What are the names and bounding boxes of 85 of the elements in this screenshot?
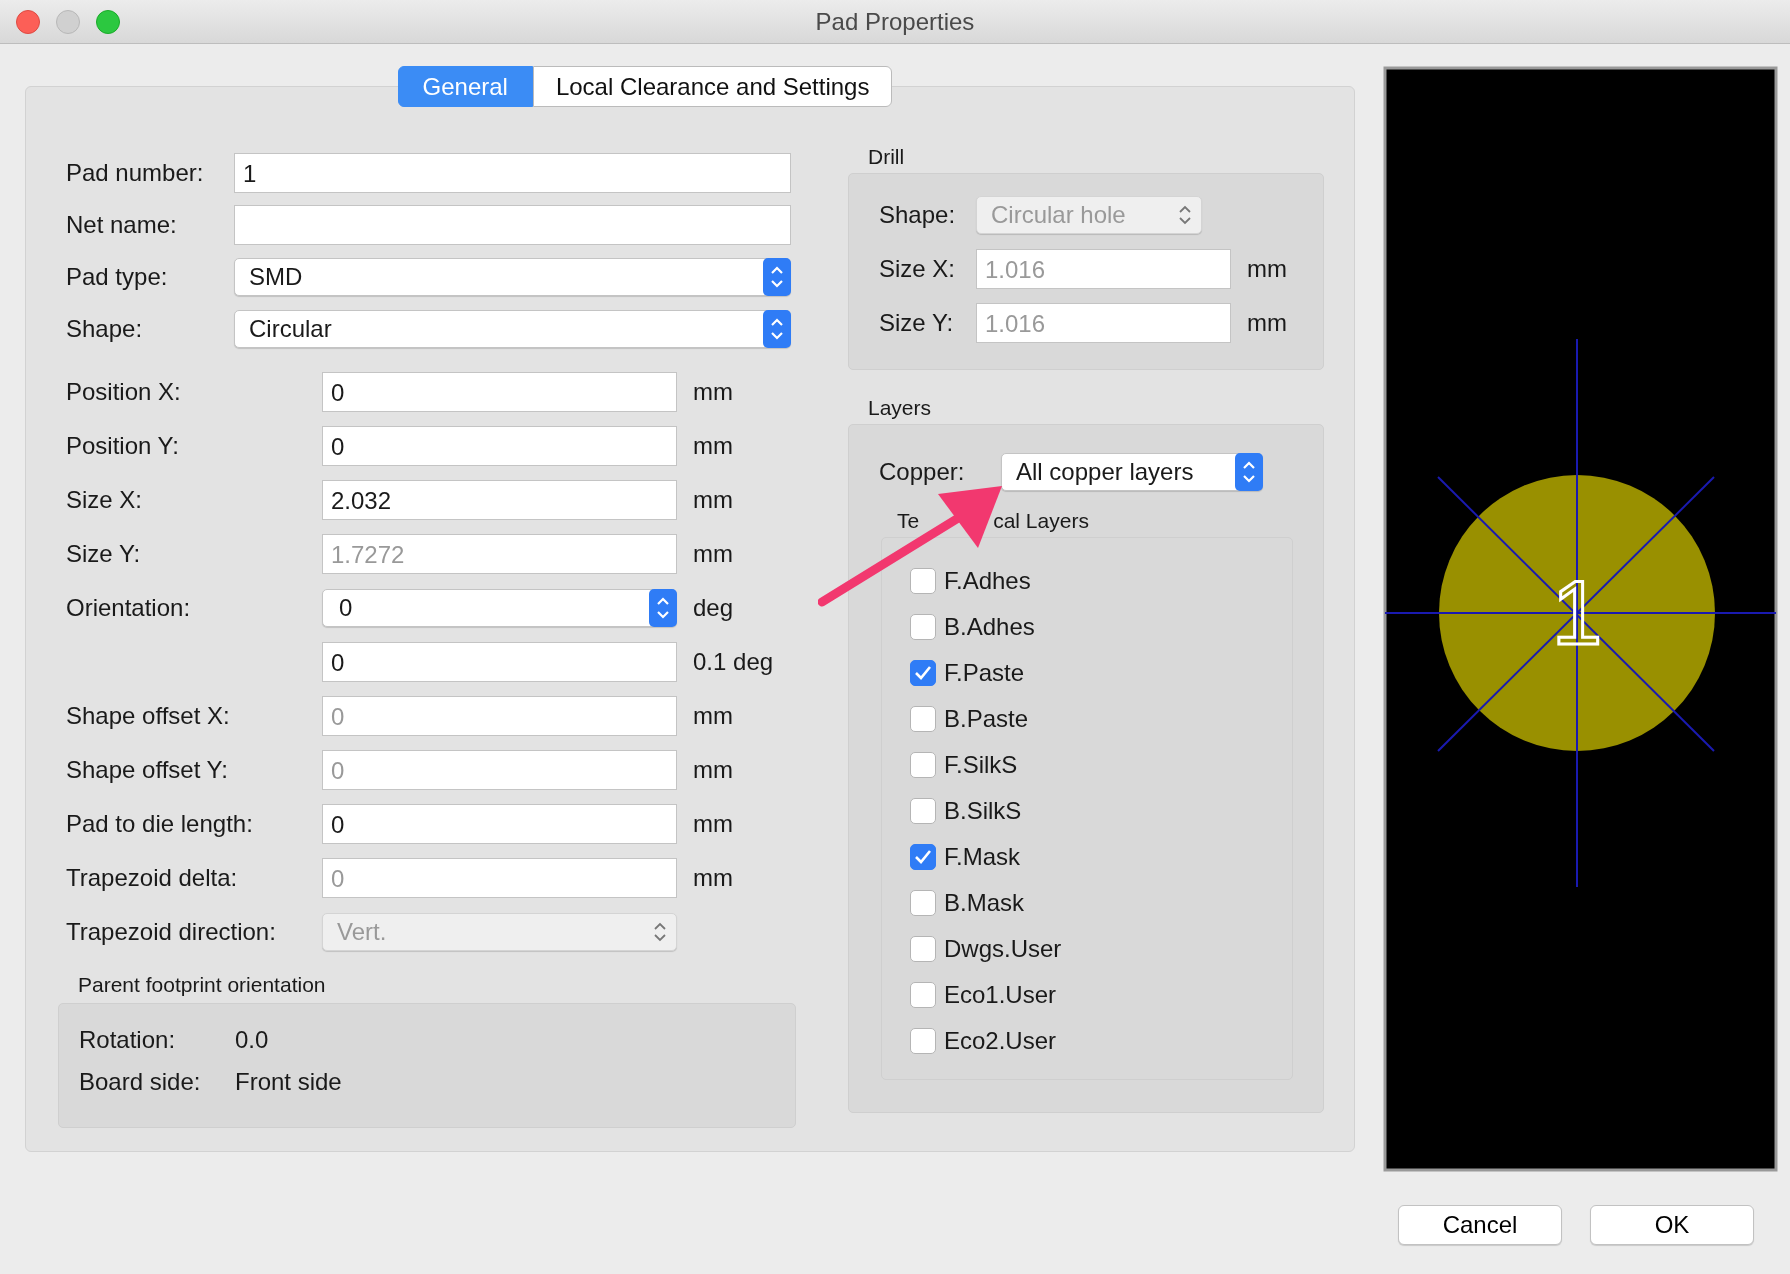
checkbox[interactable] [910,706,936,732]
checkbox-label: B.SilkS [944,797,1022,825]
checkbox-label: F.SilkS [944,751,1018,779]
stepper-icon [763,310,791,348]
unit-label: mm [693,432,733,460]
field-label: Pad number: [65,159,205,187]
field-label: Shape: [65,315,144,343]
stepper-icon [1235,453,1263,491]
chevron-icon [1179,204,1191,226]
field-label: Net name: [65,211,178,239]
field-label: Shape offset Y: [65,756,229,784]
dropdown[interactable]: All copper layers [1001,453,1263,491]
unit-label: mm [1247,309,1287,337]
field-label: Shape offset X: [65,702,231,730]
checkbox[interactable] [910,660,936,686]
checkbox[interactable] [910,752,936,778]
checkbox[interactable] [910,568,936,594]
field-label: Position X: [65,378,182,406]
group-title: Layers [868,396,933,420]
info-label: Board side: [79,1068,202,1096]
checkbox[interactable] [910,844,936,870]
field-label: Pad type: [65,263,169,291]
input-field[interactable]: 0 [322,642,677,682]
info-value: 0.0 [235,1026,269,1054]
dropdown[interactable]: Circular [234,310,791,348]
checkbox-label: Eco1.User [944,981,1057,1009]
dropdown[interactable]: SMD [234,258,791,296]
unit-label: mm [693,378,733,406]
unit-label: mm [693,702,733,730]
info-value: Front side [235,1068,342,1096]
minimize-button[interactable] [56,10,80,34]
input-field[interactable]: 0 [322,372,677,412]
checkbox-label: F.Paste [944,659,1025,687]
checkbox-label: B.Mask [944,889,1024,917]
unit-label: mm [693,756,733,784]
dialog-button[interactable]: OK [1590,1205,1754,1245]
dialog-button[interactable]: Cancel [1398,1205,1562,1245]
unit-label: mm [1247,255,1287,283]
field-label: Trapezoid direction: [65,918,277,946]
input-field[interactable]: 2.032 [322,480,677,520]
unit-label: deg [693,594,734,622]
field-label: Trapezoid delta: [65,864,239,892]
info-label: Rotation: [79,1026,177,1054]
checkbox[interactable] [910,1028,936,1054]
unit-label: mm [693,810,733,838]
input-field[interactable] [234,205,791,245]
field-label: Size Y: [65,540,142,568]
field-label: Position Y: [65,432,180,460]
checkbox[interactable] [910,614,936,640]
checkbox[interactable] [910,890,936,916]
input-field[interactable]: 1 [234,153,791,193]
stepper-icon [649,589,677,627]
dropdown[interactable]: 0 [322,589,677,627]
checkbox-label: Dwgs.User [944,935,1062,963]
unit-label: 0.1 deg [693,648,774,676]
checkbox-label: B.Adhes [944,613,1035,641]
group-title: cal Layers [993,509,1089,533]
field-label: Size X: [879,255,957,283]
field-label: Size Y: [879,309,955,337]
unit-label: mm [693,540,733,568]
chevron-icon [654,921,666,943]
group-title: Drill [868,145,906,169]
checkbox-label: Eco2.User [944,1027,1057,1055]
field-label: Pad to die length: [65,810,254,838]
checkbox-label: B.Paste [944,705,1029,733]
input-field[interactable]: 0 [322,804,677,844]
checkbox-label: F.Mask [944,843,1020,871]
field-label: Shape: [879,201,957,229]
tab[interactable]: Local Clearance and Settings [532,66,893,107]
input-field[interactable]: 0 [322,426,677,466]
checkbox[interactable] [910,982,936,1008]
field-label: Orientation: [65,594,192,622]
stepper-icon [763,258,791,296]
group-title: Te [897,509,920,533]
field-label: Size X: [65,486,144,514]
checkbox-label: F.Adhes [944,567,1031,595]
group-title: Parent footprint orientation [78,973,327,997]
window-title: Pad Properties [815,7,975,36]
checkbox[interactable] [910,798,936,824]
zoom-button[interactable] [96,10,120,34]
field-label: Copper: [879,458,966,486]
unit-label: mm [693,486,733,514]
close-button[interactable] [16,10,40,34]
checkbox[interactable] [910,936,936,962]
unit-label: mm [693,864,733,892]
